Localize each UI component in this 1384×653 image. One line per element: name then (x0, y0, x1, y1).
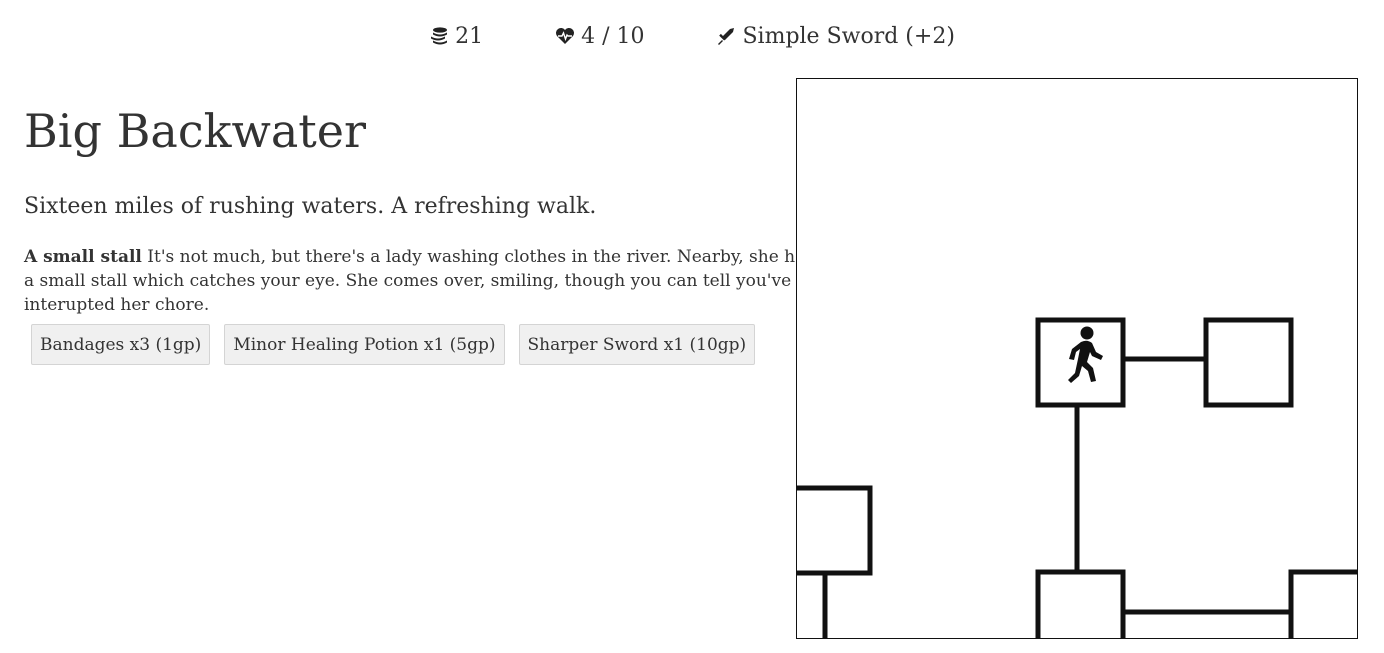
walking-person-icon (1068, 326, 1103, 383)
shop-items: Bandages x3 (1gp) Minor Healing Potion x… (31, 324, 756, 365)
map-room (1203, 317, 1294, 408)
health-stat: 4 / 10 (555, 24, 644, 49)
buy-bandages-button[interactable]: Bandages x3 (1gp) (31, 324, 211, 365)
buy-healing-potion-button[interactable]: Minor Healing Potion x1 (5gp) (224, 324, 505, 365)
map-canvas (797, 317, 1357, 638)
buy-sharper-sword-button[interactable]: Sharper Sword x1 (10gp) (518, 324, 756, 365)
location-title: Big Backwater (24, 104, 366, 158)
map-room (1288, 569, 1357, 638)
sword-icon (716, 26, 736, 46)
coins-icon (429, 26, 449, 46)
gold-value: 21 (455, 23, 484, 49)
health-value: 4 / 10 (581, 23, 645, 49)
map-room (797, 485, 873, 576)
status-bar: 21 4 / 10 Simple Sword (+2) (0, 18, 1384, 54)
map-panel (796, 78, 1358, 639)
encounter-body: It's not much, but there's a lady washin… (24, 247, 814, 315)
encounter-heading: A small stall (24, 247, 142, 267)
heart-pulse-icon (555, 27, 575, 45)
location-description: Sixteen miles of rushing waters. A refre… (24, 194, 597, 219)
encounter-text: A small stall It's not much, but there's… (24, 245, 814, 317)
weapon-value: Simple Sword (+2) (742, 23, 955, 49)
weapon-stat: Simple Sword (+2) (716, 23, 955, 49)
gold-stat: 21 (429, 24, 483, 49)
map-room (1035, 569, 1126, 638)
